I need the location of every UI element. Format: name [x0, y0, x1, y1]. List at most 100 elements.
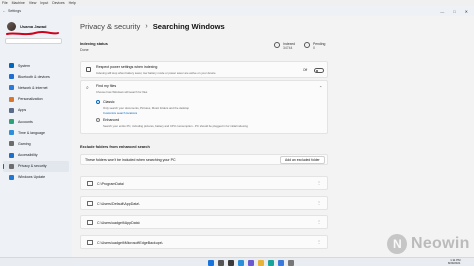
classic-radio[interactable] [96, 100, 101, 105]
enhanced-radio[interactable] [96, 118, 101, 123]
page-title: Searching Windows [152, 22, 225, 31]
search-icon[interactable] [218, 259, 224, 266]
menu-machine[interactable]: Machine [12, 1, 25, 5]
indexing-status-heading: Indexing status [80, 42, 108, 46]
window-titlebar: ← Settings — □ ✕ [0, 6, 474, 16]
settings-icon[interactable] [288, 259, 294, 266]
maximize-button[interactable]: □ [453, 9, 455, 14]
sidebar-item-bluetooth[interactable]: Bluetooth & devices [3, 71, 69, 82]
sidebar: Usama Jawad System Bluetooth & devices N… [0, 16, 72, 257]
sidebar-nav: System Bluetooth & devices Network & int… [3, 60, 69, 183]
bluetooth-icon [9, 74, 14, 80]
find-files-desc: Choose how Windows will search for files [96, 90, 148, 94]
respect-power-state: Off [303, 68, 308, 72]
respect-power-title: Respect power settings when indexing [96, 65, 158, 69]
tray-clock[interactable]: 1:11 PM 8/29/2021 [448, 258, 461, 266]
neowin-logo [387, 234, 407, 254]
sidebar-item-accounts[interactable]: Accounts [3, 116, 69, 127]
start-icon[interactable] [208, 259, 214, 266]
taskbar-icons [208, 259, 294, 266]
task-view-icon[interactable] [228, 259, 234, 266]
add-excluded-folder-button[interactable]: Add an excluded folder [280, 156, 325, 165]
folder-path: C:\Users\uadgeit\MicrosoftEdgeBackups\ [97, 240, 163, 245]
tray-date: 8/29/2021 [448, 261, 461, 266]
more-options-icon[interactable]: ⋮ [317, 180, 321, 185]
excluded-folder-row: C:\Users\Default\AppData\ ⋮ [80, 196, 328, 210]
breadcrumb-separator: › [145, 23, 148, 30]
menu-devices[interactable]: Devices [52, 1, 64, 5]
exclude-header-row: These folders won't be included when sea… [80, 154, 328, 165]
store-icon[interactable] [278, 259, 284, 266]
find-my-files-card: ⌕ Find my files Choose how Windows will … [80, 80, 328, 134]
folder-icon [87, 240, 93, 245]
edge-icon[interactable] [268, 259, 274, 266]
more-options-icon[interactable]: ⋮ [317, 239, 321, 244]
folder-path: C:\ProgramData\ [97, 181, 124, 186]
shield-icon [9, 163, 14, 169]
neowin-watermark: Neowin [411, 235, 470, 252]
globe-icon [9, 130, 14, 136]
indexed-icon [274, 42, 280, 48]
folder-icon [87, 181, 93, 186]
sidebar-item-accessibility[interactable]: Accessibility [3, 150, 69, 161]
indexed-stat: Indexed 34744 [274, 42, 295, 50]
brush-icon [9, 96, 14, 102]
folder-path: C:\Users\Default\AppData\ [97, 201, 140, 206]
chat-icon[interactable] [248, 259, 254, 266]
sidebar-item-network[interactable]: Network & internet [3, 82, 69, 93]
network-icon [9, 85, 14, 91]
accessibility-icon [9, 152, 14, 158]
main-content: Privacy & security › Searching Windows I… [72, 16, 474, 257]
avatar[interactable] [7, 22, 16, 31]
taskbar: 1:11 PM 8/29/2021 [0, 257, 474, 266]
folder-icon [87, 201, 93, 206]
update-icon [9, 174, 14, 180]
find-files-title: Find my files [96, 84, 117, 88]
chevron-up-icon[interactable]: ⌃ [319, 85, 322, 90]
search-icon: ⌕ [86, 85, 89, 91]
pending-stat: Pending 0 [304, 42, 325, 50]
sidebar-item-time-language[interactable]: Time & language [3, 127, 69, 138]
menu-view[interactable]: View [29, 1, 37, 5]
customize-search-locations-link[interactable]: Customize search locations [103, 111, 137, 115]
excluded-folder-row: C:\ProgramData\ ⋮ [80, 176, 328, 190]
exclude-desc: These folders won't be included when sea… [85, 158, 176, 162]
excluded-folder-row: C:\Users\uadgeit\AppData\ ⋮ [80, 215, 328, 229]
menu-file[interactable]: File [2, 1, 8, 5]
breadcrumb-parent[interactable]: Privacy & security [80, 22, 140, 31]
sidebar-item-privacy-security[interactable]: Privacy & security [3, 160, 69, 172]
enhanced-desc: Search your entire PC, including picture… [103, 124, 248, 128]
arrow-left-icon[interactable]: ← [0, 9, 8, 13]
monitor-icon [9, 63, 14, 69]
file-explorer-icon[interactable] [258, 259, 264, 266]
folder-icon [87, 220, 93, 225]
sidebar-item-system[interactable]: System [3, 60, 69, 71]
leaf-icon [86, 67, 91, 72]
widgets-icon[interactable] [238, 259, 244, 266]
close-button[interactable]: ✕ [465, 9, 468, 14]
gamepad-icon [9, 141, 14, 147]
search-input[interactable] [5, 38, 62, 44]
redaction-scribble [6, 31, 59, 36]
more-options-icon[interactable]: ⋮ [317, 219, 321, 224]
user-name: Usama Jawad [20, 24, 47, 29]
breadcrumb: Privacy & security › Searching Windows [80, 22, 225, 31]
more-options-icon[interactable]: ⋮ [317, 200, 321, 205]
sidebar-item-personalization[interactable]: Personalization [3, 94, 69, 105]
apps-icon [9, 107, 14, 113]
sidebar-item-windows-update[interactable]: Windows Update [3, 172, 69, 183]
classic-title: Classic [103, 100, 115, 104]
respect-power-card: Respect power settings when indexing Ind… [80, 61, 328, 78]
minimize-button[interactable]: — [440, 9, 444, 14]
window-title: Settings [8, 9, 21, 13]
respect-power-toggle[interactable] [314, 67, 324, 73]
pending-icon [304, 42, 310, 48]
sidebar-item-gaming[interactable]: Gaming [3, 138, 69, 149]
classic-desc: Only search your documents, Pictures, Mu… [103, 106, 189, 110]
menu-input[interactable]: Input [40, 1, 48, 5]
menu-help[interactable]: Help [69, 1, 76, 5]
enhanced-title: Enhanced [103, 118, 120, 122]
folder-path: C:\Users\uadgeit\AppData\ [97, 220, 140, 225]
excluded-folder-row: C:\Users\uadgeit\MicrosoftEdgeBackups\ ⋮ [80, 235, 328, 249]
sidebar-item-apps[interactable]: Apps [3, 105, 69, 116]
